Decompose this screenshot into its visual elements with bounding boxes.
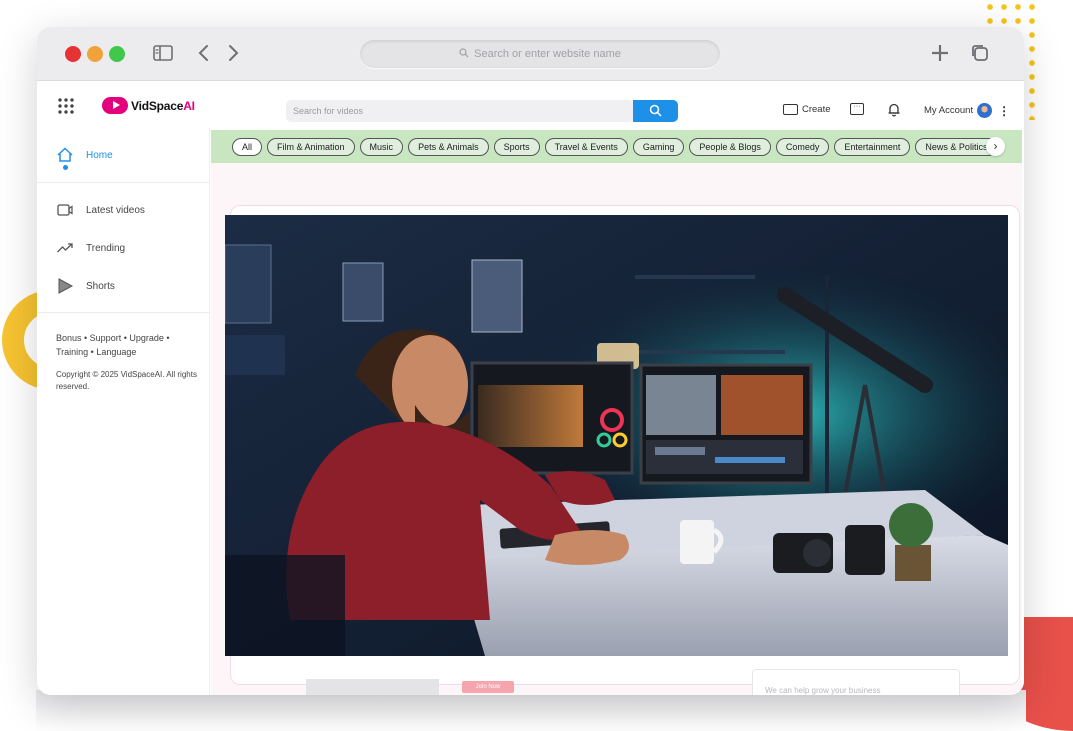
tabs-overview-icon[interactable] xyxy=(968,41,992,65)
chip-all[interactable]: All xyxy=(232,137,263,156)
footer-links[interactable]: Bonus • Support • Upgrade • Training • L… xyxy=(56,331,201,359)
window-shadow xyxy=(36,690,1026,731)
brand-logo[interactable]: VidSpaceAI xyxy=(102,97,195,114)
home-icon xyxy=(56,146,74,164)
sidebar-item-trending[interactable]: Trending xyxy=(56,239,125,257)
create-button[interactable]: Create xyxy=(783,104,831,115)
more-options-icon[interactable]: ⋮ xyxy=(998,104,1010,118)
chip-music[interactable]: Music xyxy=(359,137,404,156)
join-now-button[interactable]: Join Now xyxy=(462,681,514,693)
create-label: Create xyxy=(802,104,831,115)
video-camera-icon xyxy=(783,104,798,115)
address-placeholder: Search or enter website name xyxy=(474,48,621,60)
close-window-button[interactable] xyxy=(65,46,81,62)
app-topbar: VidSpaceAI Search for videos Create ··· … xyxy=(37,81,1024,128)
chip-people-blogs[interactable]: People & Blogs xyxy=(689,137,771,156)
chip-sports[interactable]: Sports xyxy=(493,137,540,156)
sidebar-item-shorts[interactable]: Shorts xyxy=(56,277,115,295)
chip-travel-events[interactable]: Travel & Events xyxy=(544,137,628,156)
search-icon xyxy=(459,47,469,61)
avatar xyxy=(977,103,993,118)
account-label: My Account xyxy=(924,105,974,116)
chip-gaming[interactable]: Gaming xyxy=(632,137,685,156)
chip-comedy[interactable]: Comedy xyxy=(775,137,830,156)
copyright-text: Copyright © 2025 VidSpaceAI. All rights … xyxy=(56,370,197,391)
play-logo-icon xyxy=(102,97,128,114)
browser-window: Search or enter website name VidSpaceAI … xyxy=(37,27,1024,695)
side-navigation: Home Latest videos Trending Shorts Bonus… xyxy=(37,128,210,695)
video-search-input[interactable]: Search for videos xyxy=(286,100,634,122)
my-account-menu[interactable]: My Account ⋮ xyxy=(924,103,1010,118)
promo-card: We can help grow your business xyxy=(752,669,960,695)
sidebar-item-label: Shorts xyxy=(86,280,115,292)
sidebar-item-latest-videos[interactable]: Latest videos xyxy=(56,201,145,219)
search-button[interactable] xyxy=(633,100,678,122)
divider xyxy=(37,182,210,183)
category-chip-bar: All Film & Animation Music Pets & Animal… xyxy=(211,130,1022,163)
trending-icon xyxy=(56,239,74,257)
notifications-bell-icon[interactable] xyxy=(887,102,901,120)
sidebar-toggle-icon[interactable] xyxy=(151,41,175,65)
sidebar-item-label: Home xyxy=(86,149,113,161)
address-bar[interactable]: Search or enter website name xyxy=(360,40,720,68)
browser-toolbar: Search or enter website name xyxy=(37,27,1024,81)
back-icon[interactable] xyxy=(192,41,216,65)
hero-video-thumbnail[interactable] xyxy=(225,215,1008,656)
chip-pets-animals[interactable]: Pets & Animals xyxy=(408,137,489,156)
sidebar-item-label: Trending xyxy=(86,242,126,254)
logo-suffix: AI xyxy=(183,98,195,113)
messages-icon[interactable]: ··· xyxy=(850,103,864,115)
minimize-window-button[interactable] xyxy=(87,46,103,62)
divider xyxy=(37,312,210,313)
sidebar-item-home[interactable]: Home xyxy=(56,146,113,164)
chip-entertainment[interactable]: Entertainment xyxy=(834,137,911,156)
active-indicator xyxy=(63,165,68,170)
shorts-icon xyxy=(56,277,74,295)
chip-film-animation[interactable]: Film & Animation xyxy=(267,137,355,156)
placeholder-block xyxy=(306,679,439,695)
logo-name: VidSpace xyxy=(131,98,184,113)
forward-icon[interactable] xyxy=(221,41,245,65)
apps-grid-icon[interactable] xyxy=(57,97,74,114)
video-icon xyxy=(56,201,74,219)
stage: Search or enter website name VidSpaceAI … xyxy=(0,0,1073,731)
sidebar-item-label: Latest videos xyxy=(86,204,145,216)
chevron-right-icon[interactable]: › xyxy=(986,137,1005,156)
video-editor-scene-image xyxy=(225,215,1008,656)
maximize-window-button[interactable] xyxy=(109,46,125,62)
new-tab-icon[interactable] xyxy=(928,41,952,65)
app-area: VidSpaceAI Search for videos Create ··· … xyxy=(37,81,1024,695)
